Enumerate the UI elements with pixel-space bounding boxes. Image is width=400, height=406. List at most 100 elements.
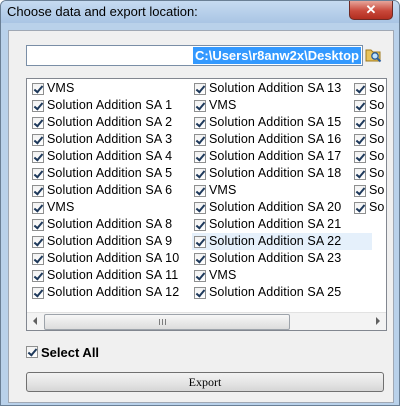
checkbox-checked-icon[interactable]: [32, 185, 44, 197]
checkbox-checked-icon[interactable]: [32, 202, 44, 214]
checklist-item[interactable]: Solution Addition SA 2: [30, 114, 210, 131]
checkbox-checked-icon[interactable]: [32, 117, 44, 129]
horizontal-scrollbar[interactable]: [27, 312, 386, 330]
checklist-item[interactable]: VMS: [192, 182, 372, 199]
checkbox-checked-icon[interactable]: [194, 185, 206, 197]
checklist-item[interactable]: Solution Addition SA 22: [192, 233, 372, 250]
checklist-item-label: Solution Addition SA 15: [209, 115, 342, 129]
checkbox-checked-icon[interactable]: [32, 100, 44, 112]
checkbox-checked-icon[interactable]: [194, 168, 206, 180]
checklist-item[interactable]: VMS: [192, 267, 372, 284]
checkbox-checked-icon[interactable]: [194, 219, 206, 231]
checklist-item-label: So: [369, 183, 385, 197]
window-title: Choose data and export location:: [7, 4, 198, 19]
grip-icon: [159, 319, 168, 325]
checkbox-checked-icon[interactable]: [32, 219, 44, 231]
checklist-item[interactable]: Solution Addition SA 1: [30, 97, 210, 114]
checklist-item[interactable]: So: [352, 182, 386, 199]
checklist-item[interactable]: Solution Addition SA 15: [192, 114, 372, 131]
checklist-item[interactable]: Solution Addition SA 23: [192, 250, 372, 267]
export-path-field[interactable]: C:\Users\r8anw2x\Desktop: [26, 45, 363, 66]
checkbox-checked-icon[interactable]: [354, 100, 366, 112]
checkbox-checked-icon[interactable]: [194, 117, 206, 129]
title-bar[interactable]: Choose data and export location: ✕: [1, 1, 399, 23]
checklist-item[interactable]: Solution Addition SA 18: [192, 165, 372, 182]
checklist-item[interactable]: Solution Addition SA 16: [192, 131, 372, 148]
browse-folder-icon[interactable]: [365, 46, 382, 63]
checklist-item-label: Solution Addition SA 16: [209, 132, 342, 146]
checkbox-checked-icon[interactable]: [194, 287, 206, 299]
checklist-item[interactable]: Solution Addition SA 17: [192, 148, 372, 165]
checkbox-checked-icon[interactable]: [194, 270, 206, 282]
checklist-item-label: Solution Addition SA 25: [209, 285, 342, 299]
checklist-item[interactable]: Solution Addition SA 6: [30, 182, 210, 199]
checklist-item[interactable]: So: [352, 165, 386, 182]
checklist-item-label: Solution Addition SA 21: [209, 217, 342, 231]
checklist-item[interactable]: Solution Addition SA 9: [30, 233, 210, 250]
scroll-left-icon[interactable]: [33, 317, 37, 325]
checklist-item[interactable]: So: [352, 199, 386, 216]
checkbox-checked-icon[interactable]: [194, 253, 206, 265]
checklist-item[interactable]: Solution Addition SA 8: [30, 216, 210, 233]
checklist-item[interactable]: Solution Addition SA 20: [192, 199, 372, 216]
checklist-item-label: VMS: [209, 98, 237, 112]
checklist-item[interactable]: Solution Addition SA 21: [192, 216, 372, 233]
checklist-item-label: Solution Addition SA 3: [47, 132, 173, 146]
checklist-item[interactable]: So: [352, 131, 386, 148]
checklist-item-label: Solution Addition SA 13: [209, 81, 342, 95]
checklist-item-label: So: [369, 98, 385, 112]
checkbox-checked-icon[interactable]: [32, 236, 44, 248]
checklist-item[interactable]: Solution Addition SA 25: [192, 284, 372, 301]
checkbox-checked-icon[interactable]: [194, 100, 206, 112]
checklist-item[interactable]: So: [352, 80, 386, 97]
checklist-item[interactable]: So: [352, 148, 386, 165]
checklist-item-label: Solution Addition SA 20: [209, 200, 342, 214]
export-button[interactable]: Export: [26, 372, 384, 392]
checkbox-checked-icon[interactable]: [354, 168, 366, 180]
checkbox-checked-icon[interactable]: [354, 117, 366, 129]
checklist-item[interactable]: So: [352, 97, 386, 114]
data-checklist[interactable]: VMS Solution Addition SA 1 Solution Additi…: [26, 78, 387, 331]
checkbox-checked-icon[interactable]: [194, 202, 206, 214]
checkbox-checked-icon[interactable]: [32, 253, 44, 265]
select-all-label: Select All: [41, 345, 100, 360]
dialog-body: C:\Users\r8anw2x\Desktop VMS Solution Add…: [8, 30, 394, 403]
checkbox-checked-icon[interactable]: [354, 134, 366, 146]
checklist-item[interactable]: Solution Addition SA 4: [30, 148, 210, 165]
checklist-item[interactable]: So: [352, 114, 386, 131]
checklist-item[interactable]: VMS: [30, 199, 210, 216]
checkbox-checked-icon[interactable]: [194, 83, 206, 95]
checklist-item[interactable]: Solution Addition SA 12: [30, 284, 210, 301]
checklist-item[interactable]: VMS: [30, 80, 210, 97]
checkbox-checked-icon[interactable]: [32, 83, 44, 95]
checkbox-checked-icon[interactable]: [354, 151, 366, 163]
checklist-item-label: Solution Addition SA 12: [47, 285, 180, 299]
checkbox-checked-icon[interactable]: [32, 270, 44, 282]
select-all-checkbox[interactable]: Select All: [26, 344, 146, 362]
checklist-item[interactable]: Solution Addition SA 11: [30, 267, 210, 284]
checklist-item[interactable]: Solution Addition SA 5: [30, 165, 210, 182]
checkbox-checked-icon[interactable]: [32, 287, 44, 299]
checkbox-checked-icon[interactable]: [194, 151, 206, 163]
close-button[interactable]: ✕: [349, 1, 393, 20]
checkbox-checked-icon[interactable]: [354, 83, 366, 95]
checklist-item[interactable]: Solution Addition SA 10: [30, 250, 210, 267]
checklist-item-label: Solution Addition SA 17: [209, 149, 342, 163]
checkbox-checked-icon[interactable]: [194, 134, 206, 146]
export-dialog: Choose data and export location: ✕ C:\Us…: [0, 0, 400, 406]
checkbox-checked-icon[interactable]: [32, 168, 44, 180]
checklist-item[interactable]: VMS: [192, 97, 372, 114]
scroll-right-icon[interactable]: [376, 317, 380, 325]
checkbox-checked-icon[interactable]: [32, 151, 44, 163]
checkbox-checked-icon[interactable]: [354, 185, 366, 197]
checkbox-checked-icon[interactable]: [32, 134, 44, 146]
checklist-item-label: So: [369, 132, 385, 146]
checkbox-checked-icon[interactable]: [194, 236, 206, 248]
checklist-item[interactable]: Solution Addition SA 13: [192, 80, 372, 97]
checklist-item-label: VMS: [209, 268, 237, 282]
checkbox-checked-icon[interactable]: [26, 346, 38, 358]
checklist-item-label: VMS: [47, 200, 75, 214]
scrollbar-thumb[interactable]: [44, 314, 290, 330]
checkbox-checked-icon[interactable]: [354, 202, 366, 214]
checklist-item[interactable]: Solution Addition SA 3: [30, 131, 210, 148]
